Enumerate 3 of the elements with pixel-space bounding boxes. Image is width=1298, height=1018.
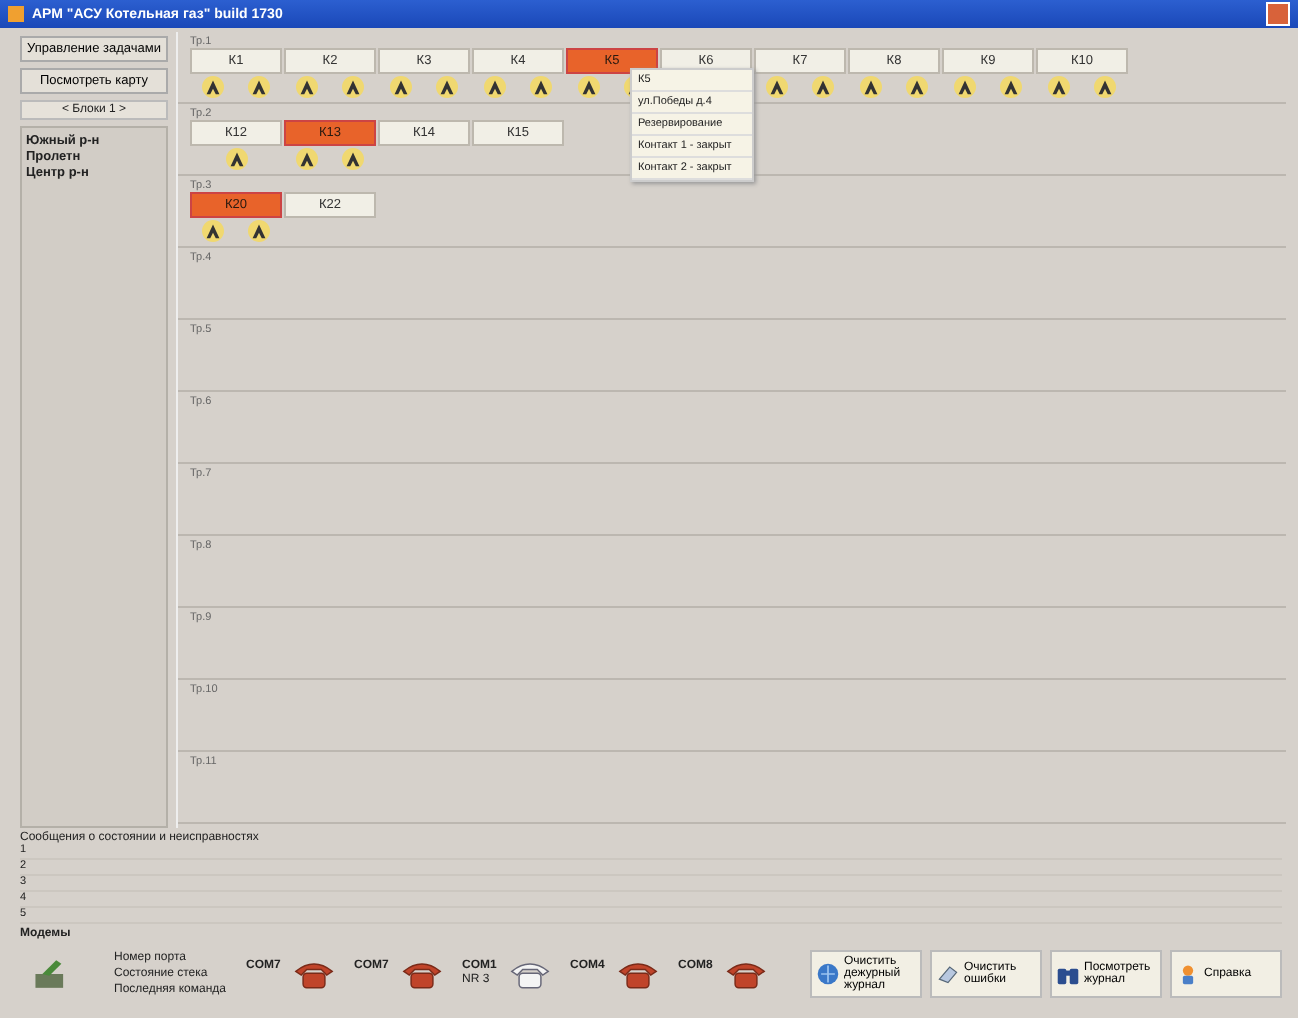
eraser-icon [936, 962, 960, 986]
app-icon [8, 6, 24, 22]
globe-icon [816, 962, 840, 986]
